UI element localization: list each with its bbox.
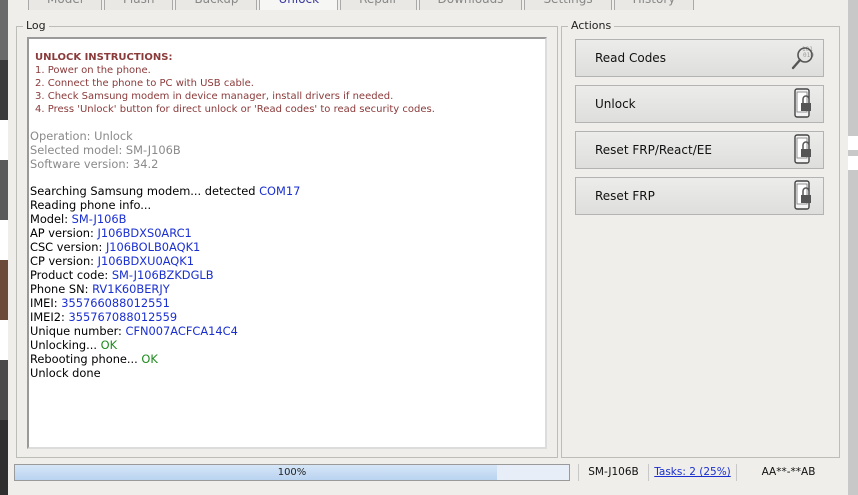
log-line-label: Searching Samsung modem... detected bbox=[30, 184, 260, 198]
log-line-label: AP version: bbox=[30, 226, 98, 240]
instruction-step: 2. Connect the phone to PC with USB cabl… bbox=[35, 78, 254, 89]
unlock-button[interactable]: Unlock bbox=[575, 85, 824, 123]
log-line-value: J106BDXS0ARC1 bbox=[97, 226, 192, 240]
log-line: Unlock done bbox=[29, 366, 545, 380]
log-line: IMEI2: 355767088012559 bbox=[29, 310, 545, 324]
phone-unlock-icon bbox=[783, 133, 823, 167]
magnifier-binary-icon: 101 010 bbox=[783, 41, 823, 75]
tab-flash[interactable]: Flash bbox=[104, 0, 174, 10]
log-textbox[interactable]: UNLOCK INSTRUCTIONS: 1. Power on the pho… bbox=[27, 37, 547, 449]
log-line-value: COM17 bbox=[259, 184, 301, 198]
instruction-step: 1. Power on the phone. bbox=[35, 65, 151, 76]
log-line-label: Unlocking... bbox=[30, 338, 101, 352]
log-line-value: OK bbox=[141, 352, 158, 366]
desktop-fragment bbox=[848, 156, 858, 170]
read-codes-label: Read Codes bbox=[595, 51, 666, 65]
tab-model[interactable]: Model bbox=[28, 0, 103, 10]
log-line-value: SM-J106B bbox=[71, 212, 127, 226]
app-window: Model Flash Backup Unlock Repair Downloa… bbox=[8, 0, 848, 495]
reset-frp-react-ee-button[interactable]: Reset FRP/React/EE bbox=[575, 131, 824, 169]
log-line: Searching Samsung modem... detected COM1… bbox=[29, 184, 545, 198]
unlock-label: Unlock bbox=[595, 97, 636, 111]
log-line-label: CSC version: bbox=[30, 240, 106, 254]
log-line-label: Product code: bbox=[30, 268, 112, 282]
instruction-step: 3. Check Samsung modem in device manager… bbox=[35, 91, 394, 102]
actions-title: Actions bbox=[568, 19, 615, 33]
log-selected-model: Selected model: SM-J106B bbox=[30, 143, 181, 157]
log-line: CSC version: J106BOLB0AQK1 bbox=[29, 240, 545, 254]
log-line: Unlocking... OK bbox=[29, 338, 545, 352]
status-model: SM-J106B bbox=[578, 464, 648, 481]
log-line-label: CP version: bbox=[30, 254, 98, 268]
progress-text: 100% bbox=[277, 467, 307, 478]
log-operation: Operation: Unlock bbox=[30, 129, 133, 143]
log-line-value: J106BDXU0AQK1 bbox=[97, 254, 194, 268]
actions-group: Actions Read Codes 101 010 Unlock Reset … bbox=[561, 19, 840, 458]
log-line: Phone SN: RV1K60BERJY bbox=[29, 282, 545, 296]
status-bar: 100% SM-J106B Tasks: 2 (25%) AA**-**AB bbox=[14, 464, 840, 481]
log-title: Log bbox=[23, 19, 49, 33]
log-line-value: 355767088012559 bbox=[68, 310, 178, 324]
log-line-label: IMEI: bbox=[30, 296, 62, 310]
desktop-fragment bbox=[848, 136, 858, 150]
log-line-value: OK bbox=[100, 338, 118, 352]
log-line-label: Model: bbox=[30, 212, 72, 226]
log-line: Rebooting phone... OK bbox=[29, 352, 545, 366]
log-line: Unique number: CFN007ACFCA14C4 bbox=[29, 324, 545, 338]
log-line: Product code: SM-J106BZKDGLB bbox=[29, 268, 545, 282]
log-line: CP version: J106BDXU0AQK1 bbox=[29, 254, 545, 268]
log-software-version: Software version: 34.2 bbox=[30, 157, 159, 171]
log-line-label: Rebooting phone... bbox=[30, 352, 142, 366]
log-entries: Searching Samsung modem... detected COM1… bbox=[29, 184, 545, 380]
log-line: Reading phone info... bbox=[29, 198, 545, 212]
log-line: AP version: J106BDXS0ARC1 bbox=[29, 226, 545, 240]
log-line-label: Reading phone info... bbox=[30, 198, 152, 212]
log-group: Log UNLOCK INSTRUCTIONS: 1. Power on the… bbox=[16, 19, 558, 458]
reset-frp-react-ee-label: Reset FRP/React/EE bbox=[595, 143, 712, 157]
log-line-value: 355766088012551 bbox=[61, 296, 170, 310]
log-line-value: SM-J106BZKDGLB bbox=[111, 268, 214, 282]
desktop-edge-left bbox=[0, 0, 8, 495]
status-code: AA**-**AB bbox=[736, 464, 840, 481]
log-line-label: Unlock done bbox=[30, 366, 101, 380]
tab-settings[interactable]: Settings bbox=[524, 0, 612, 10]
reset-frp-button[interactable]: Reset FRP bbox=[575, 177, 824, 215]
phone-unlock-icon bbox=[783, 179, 823, 213]
log-line-label: Phone SN: bbox=[30, 282, 93, 296]
instruction-step: 4. Press 'Unlock' button for direct unlo… bbox=[35, 104, 435, 115]
tab-bar: Model Flash Backup Unlock Repair Downloa… bbox=[28, 0, 696, 10]
progress-bar: 100% bbox=[14, 464, 570, 481]
tab-repair[interactable]: Repair bbox=[340, 0, 417, 10]
reset-frp-label: Reset FRP bbox=[595, 189, 655, 203]
log-line-label: Unique number: bbox=[30, 324, 126, 338]
log-line-label: IMEI2: bbox=[30, 310, 69, 324]
instructions-heading: UNLOCK INSTRUCTIONS: bbox=[35, 52, 173, 63]
log-line: IMEI: 355766088012551 bbox=[29, 296, 545, 310]
tab-unlock[interactable]: Unlock bbox=[259, 0, 339, 10]
log-line: Model: SM-J106B bbox=[29, 212, 545, 226]
read-codes-button[interactable]: Read Codes 101 010 bbox=[575, 39, 824, 77]
phone-unlock-icon bbox=[783, 87, 823, 121]
log-line-value: CFN007ACFCA14C4 bbox=[125, 324, 238, 338]
log-line-value: J106BOLB0AQK1 bbox=[105, 240, 201, 254]
tab-backup[interactable]: Backup bbox=[175, 0, 258, 10]
desktop-edge-right bbox=[848, 0, 858, 495]
log-line-value: RV1K60BERJY bbox=[92, 282, 170, 296]
tab-history[interactable]: History bbox=[613, 0, 695, 10]
status-tasks-link[interactable]: Tasks: 2 (25%) bbox=[648, 464, 736, 481]
tab-downloads[interactable]: Downloads bbox=[418, 0, 523, 10]
